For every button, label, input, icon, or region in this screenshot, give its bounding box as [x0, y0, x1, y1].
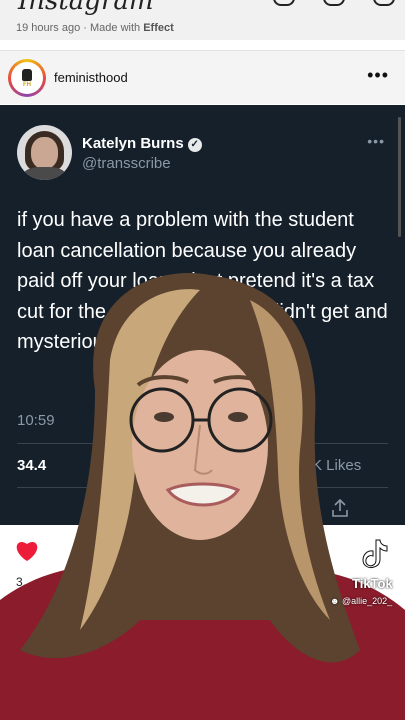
- tweet-retweet-count: 34.4: [17, 457, 47, 474]
- account-username[interactable]: feministhood: [54, 70, 128, 85]
- tiktok-username: ☻ @allie_202_: [330, 596, 392, 606]
- share-icon: [332, 498, 348, 517]
- activity-heart-icon[interactable]: [323, 0, 345, 6]
- add-post-icon[interactable]: [273, 0, 295, 6]
- tweet-text: if you have a problem with the student l…: [17, 209, 388, 353]
- likes-count: 3.: [16, 575, 27, 589]
- meta-separator: ·: [83, 22, 87, 34]
- effect-link[interactable]: Effect: [143, 22, 174, 34]
- account-avatar[interactable]: FH: [8, 59, 46, 97]
- divider: [17, 487, 388, 488]
- post-options-icon[interactable]: •••: [367, 65, 389, 86]
- post-header: FH feministhood •••: [0, 50, 405, 104]
- tweet-author-handle: @transscribe: [82, 155, 171, 172]
- like-heart-icon[interactable]: [14, 539, 40, 563]
- avatar-initials: FH: [23, 81, 31, 88]
- author-name-text: Katelyn Burns: [82, 135, 184, 152]
- scrollbar: [398, 117, 401, 237]
- made-with-label: Made with: [90, 22, 141, 34]
- tweet-author-name: Katelyn Burns ✓: [82, 135, 202, 152]
- top-icons: [273, 0, 395, 6]
- post-meta: 19 hours ago · Made with Effect: [16, 22, 174, 34]
- user-icon: ☻: [330, 596, 340, 606]
- instagram-top-bar: Instagram 19 hours ago · Made with Effec…: [0, 0, 405, 40]
- tweet-more-icon: •••: [367, 133, 385, 149]
- tweet-card: Katelyn Burns ✓ @transscribe ••• if you h…: [0, 105, 405, 525]
- divider: [17, 443, 388, 444]
- fist-logo-icon: FH: [11, 62, 43, 94]
- tiktok-handle: @allie_202_: [342, 596, 393, 606]
- messenger-icon[interactable]: [373, 0, 395, 6]
- tweet-author-avatar: [17, 125, 72, 180]
- tiktok-logo-icon: [362, 539, 388, 569]
- verified-badge-icon: ✓: [187, 138, 202, 152]
- post-actions: 3.: [0, 525, 405, 720]
- post-age: 19 hours ago: [16, 22, 81, 34]
- tweet-likes-label: K Likes: [312, 457, 362, 474]
- tweet-timestamp: 10:59: [17, 412, 55, 429]
- tiktok-brand: TikTok: [352, 576, 393, 591]
- instagram-logo: Instagram: [18, 0, 154, 16]
